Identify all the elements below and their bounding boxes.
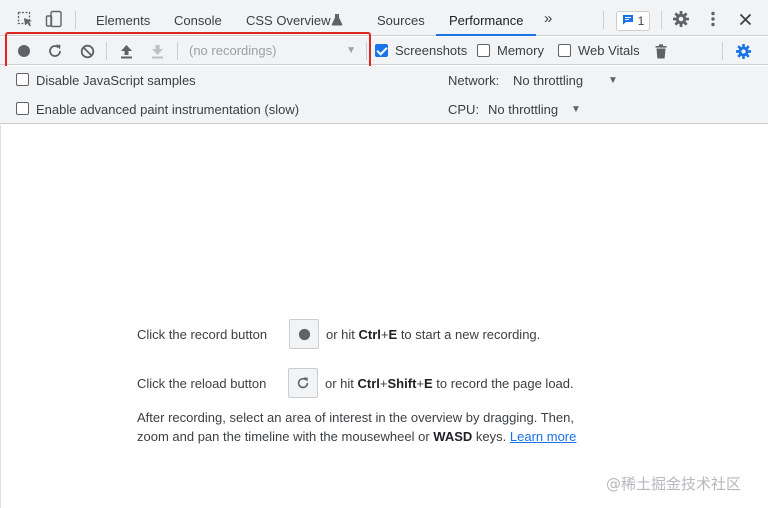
trash-icon[interactable]	[652, 42, 670, 60]
tab-elements[interactable]: Elements	[96, 0, 150, 36]
chevron-down-icon[interactable]: ▼	[571, 104, 581, 115]
web-vitals-checkbox[interactable]	[558, 44, 571, 57]
network-label: Network:	[448, 73, 500, 88]
experiment-flask-icon	[330, 12, 344, 26]
record-instruction: Click the record button	[137, 327, 267, 342]
advanced-paint-checkbox[interactable]	[16, 102, 29, 115]
tab-performance[interactable]: Performance	[436, 0, 537, 36]
performance-landing: Click the record button or hit Ctrl+E to…	[0, 125, 768, 508]
gear-icon[interactable]	[672, 10, 690, 28]
inline-reload-button[interactable]	[288, 368, 318, 398]
inspect-element-icon[interactable]	[16, 10, 34, 28]
key-shift: Shift	[387, 376, 417, 391]
key-plus: +	[380, 327, 389, 342]
disable-js-samples-label[interactable]: Disable JavaScript samples	[36, 73, 196, 88]
cpu-throttling-select[interactable]: No throttling	[488, 102, 558, 117]
advanced-paint-label[interactable]: Enable advanced paint instrumentation (s…	[36, 102, 299, 117]
key-wasd: WASD	[433, 429, 473, 444]
zoom-instruction-text: zoom and pan the timeline with the mouse…	[137, 429, 430, 444]
more-tabs-icon[interactable]: »	[544, 0, 552, 36]
screenshots-label[interactable]: Screenshots	[395, 43, 467, 58]
watermark: @稀土掘金技术社区	[606, 475, 742, 493]
network-throttling-select[interactable]: No throttling	[513, 73, 583, 88]
shortcut-prefix: or hit	[326, 327, 355, 342]
issues-badge[interactable]: 1	[616, 11, 650, 31]
tab-sources[interactable]: Sources	[377, 0, 425, 36]
web-vitals-label[interactable]: Web Vitals	[578, 43, 640, 58]
zoom-instruction: zoom and pan the timeline with the mouse…	[137, 429, 576, 444]
shortcut-suffix: to record the page load.	[436, 376, 574, 391]
zoom-instruction-suffix: keys.	[475, 429, 507, 444]
disable-js-samples-checkbox[interactable]	[16, 73, 29, 86]
screenshots-checkbox[interactable]	[375, 44, 388, 57]
inline-record-button[interactable]	[289, 319, 319, 349]
highlight-annotation	[5, 32, 371, 69]
key-plus: +	[379, 376, 388, 391]
chevron-down-icon[interactable]: ▼	[608, 75, 618, 86]
drag-instruction: After recording, select an area of inter…	[137, 410, 574, 425]
shortcut-suffix: to start a new recording.	[400, 327, 541, 342]
memory-checkbox[interactable]	[477, 44, 490, 57]
key-ctrl: Ctrl	[357, 376, 380, 391]
key-e: E	[388, 327, 398, 342]
key-plus: +	[416, 376, 424, 391]
device-toolbar-icon[interactable]	[45, 10, 63, 28]
record-shortcut: or hit Ctrl+E to start a new recording.	[326, 327, 540, 342]
message-icon	[622, 14, 634, 28]
tab-css-overview[interactable]: CSS Overview	[246, 0, 331, 36]
key-ctrl: Ctrl	[358, 327, 381, 342]
reload-instruction: Click the reload button	[137, 376, 266, 391]
separator	[661, 11, 662, 29]
cpu-label: CPU:	[448, 102, 480, 117]
learn-more-link[interactable]: Learn more	[510, 429, 576, 444]
more-options-icon[interactable]	[704, 10, 722, 28]
tab-console[interactable]: Console	[174, 0, 222, 36]
memory-label[interactable]: Memory	[497, 43, 544, 58]
record-instruction-text: Click the record button	[137, 327, 268, 342]
reload-shortcut: or hit Ctrl+Shift+E to record the page l…	[325, 376, 574, 391]
devtools-tab-bar: Elements Console CSS Overview Sources Pe…	[0, 0, 768, 36]
separator	[75, 11, 76, 29]
key-e: E	[424, 376, 433, 391]
separator	[603, 11, 604, 29]
capture-settings-gear-icon[interactable]	[734, 42, 752, 60]
close-icon[interactable]	[736, 10, 754, 28]
shortcut-prefix: or hit	[325, 376, 354, 391]
reload-instruction-text: Click the reload button	[137, 376, 267, 391]
capture-settings-pane: Disable JavaScript samples Enable advanc…	[0, 66, 768, 124]
separator	[722, 42, 723, 60]
issues-count: 1	[637, 14, 645, 28]
